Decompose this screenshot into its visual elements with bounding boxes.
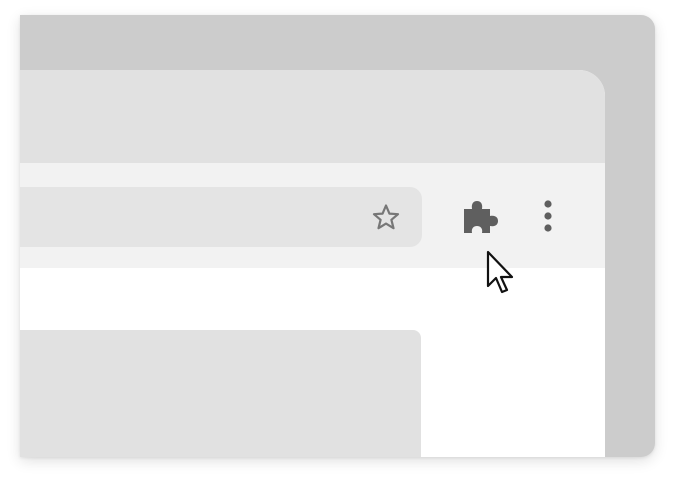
- mouse-pointer-icon: [484, 250, 518, 298]
- address-bar[interactable]: [20, 187, 422, 247]
- content-placeholder-panel: [20, 330, 421, 457]
- illustration-card: [20, 15, 655, 457]
- bookmark-star-icon[interactable]: [370, 202, 402, 234]
- more-options-menu-icon[interactable]: [538, 199, 558, 235]
- tab-strip: [20, 70, 605, 163]
- extensions-puzzle-icon[interactable]: [460, 195, 502, 237]
